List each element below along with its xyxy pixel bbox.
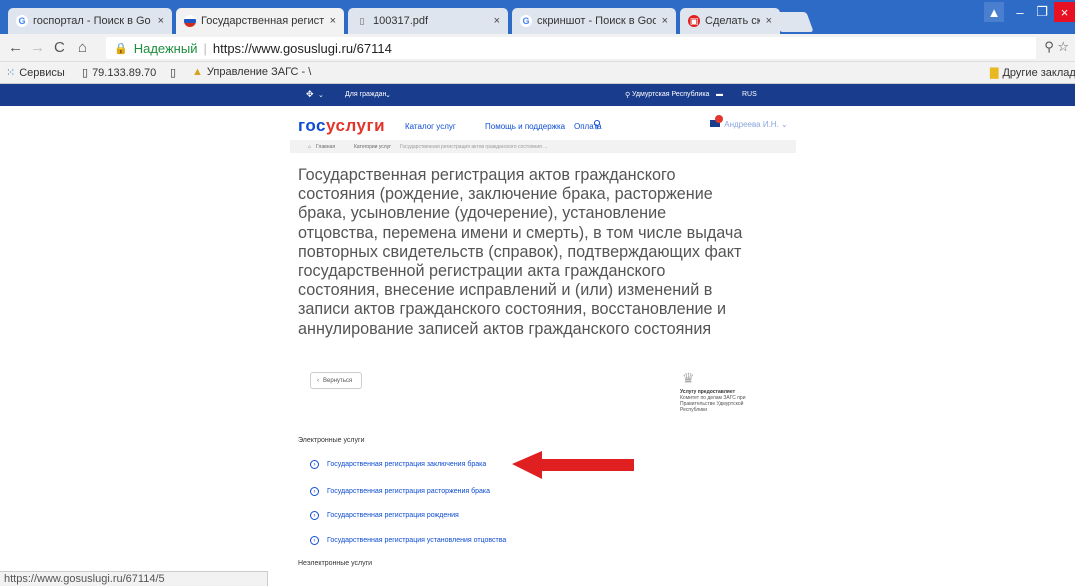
chevron-right-circle-icon: › bbox=[310, 487, 319, 496]
url-text: https://www.gosuslugi.ru/67114 bbox=[212, 40, 392, 56]
bookmark-zags[interactable]: ▲ Управление ЗАГС - \ bbox=[192, 66, 311, 78]
location-icon: ⚲ bbox=[625, 92, 631, 99]
notification-badge bbox=[715, 115, 723, 123]
google-icon: G bbox=[16, 15, 28, 27]
service-link-divorce[interactable]: › Государственная регистрация расторжени… bbox=[310, 487, 490, 496]
coat-of-arms-icon: ♛ bbox=[682, 370, 695, 386]
bookmark-ip[interactable]: ▯ 79.133.89.70 bbox=[82, 66, 156, 80]
for-citizens-menu[interactable]: Для граждан bbox=[345, 91, 386, 98]
search-icon[interactable]: ⚲ bbox=[593, 118, 601, 131]
close-window-icon[interactable]: × bbox=[1054, 2, 1075, 22]
apps-grid-icon: ⁙ bbox=[6, 67, 16, 79]
site-header: госуслуги Каталог услуг Помощь и поддерж… bbox=[0, 106, 1075, 140]
page-title: Государственная регистрация актов гражда… bbox=[298, 166, 743, 338]
document-icon: ▯ bbox=[359, 15, 365, 26]
reload-icon[interactable]: C bbox=[54, 39, 65, 56]
screenshot-app-icon: ▣ bbox=[688, 15, 700, 27]
tab-gosuslugi[interactable]: Государственная регист × bbox=[176, 8, 344, 34]
chevron-right-circle-icon: › bbox=[310, 460, 319, 469]
breadcrumb-home[interactable]: Главная bbox=[316, 144, 335, 150]
status-bar-url: https://www.gosuslugi.ru/67114/5 bbox=[0, 571, 268, 586]
home-icon[interactable]: ⌂ bbox=[78, 39, 87, 56]
folder-icon: ▇ bbox=[990, 67, 999, 79]
electronic-services-heading: Электронные услуги bbox=[298, 437, 365, 444]
minimize-icon[interactable]: – bbox=[1010, 2, 1030, 22]
chevron-down-icon: ⌄ bbox=[385, 92, 391, 99]
tab-screenshot-app[interactable]: ▣ Сделать скриншот — C × bbox=[680, 8, 780, 34]
region-selector[interactable]: Удмуртская Республика bbox=[632, 91, 709, 98]
secure-label: Надежный bbox=[133, 40, 198, 56]
service-link-birth[interactable]: › Государственная регистрация рождения bbox=[310, 511, 459, 520]
red-arrow-annotation bbox=[512, 451, 634, 479]
new-tab-button[interactable] bbox=[772, 12, 814, 32]
user-profile-icon[interactable]: ▲ bbox=[984, 2, 1004, 22]
google-icon: G bbox=[520, 15, 532, 27]
browser-tab-bar: G госпортал - Поиск в Go × Государственн… bbox=[0, 0, 1075, 34]
bookmark-page[interactable]: ▯ bbox=[170, 66, 180, 79]
crest-icon: ▲ bbox=[192, 66, 203, 78]
chevron-down-icon: ⌄ bbox=[318, 92, 324, 99]
chevron-right-circle-icon: › bbox=[310, 536, 319, 545]
bookmark-apps[interactable]: ⁙ Сервисы bbox=[6, 66, 65, 80]
service-link-marriage[interactable]: › Государственная регистрация заключения… bbox=[310, 460, 486, 469]
close-tab-icon[interactable]: × bbox=[494, 15, 500, 27]
nav-catalog[interactable]: Каталог услуг bbox=[405, 122, 456, 131]
page-icon: ▯ bbox=[170, 67, 177, 79]
other-bookmarks[interactable]: ▇ Другие закладк bbox=[990, 66, 1075, 80]
restore-icon[interactable]: ❐ bbox=[1032, 2, 1052, 22]
close-tab-icon[interactable]: × bbox=[766, 15, 772, 27]
tab-google-search[interactable]: G госпортал - Поиск в Go × bbox=[8, 8, 172, 34]
chevron-left-icon: ‹ bbox=[317, 377, 319, 384]
tab-pdf[interactable]: ▯ 100317.pdf × bbox=[348, 8, 508, 34]
mail-icon bbox=[710, 115, 723, 127]
page-icon: ▯ bbox=[82, 67, 89, 79]
lock-icon: 🔒 bbox=[114, 42, 128, 55]
close-tab-icon[interactable]: × bbox=[330, 15, 336, 27]
breadcrumb: ⌂ Главная Категории услуг Государственна… bbox=[290, 140, 796, 153]
gosuslugi-logo[interactable]: госуслуги bbox=[298, 116, 385, 136]
tab-google-screenshot[interactable]: G скриншот - Поиск в Goo × bbox=[512, 8, 676, 34]
breadcrumb-current: Государственная регистрация актов гражда… bbox=[400, 144, 548, 150]
bookmarks-bar: ⁙ Сервисы ▯ 79.133.89.70 ▯ ▲ Управление … bbox=[0, 62, 1075, 84]
zoom-star-icons[interactable]: ⚲ ☆ bbox=[1044, 39, 1069, 55]
forward-icon[interactable]: → bbox=[30, 39, 45, 56]
nonelectronic-services-heading: Неэлектронные услуги bbox=[298, 560, 373, 567]
breadcrumb-categories[interactable]: Категории услуг bbox=[354, 144, 391, 150]
address-toolbar: ← → C ⌂ 🔒 Надежный | https://www.gosuslu… bbox=[0, 34, 1075, 62]
service-provider: ♛ Услугу предоставляет Комитет по делам … bbox=[680, 370, 770, 413]
user-menu[interactable]: Андреева И.Н. ⌄ bbox=[710, 115, 788, 129]
home-crumb-icon: ⌂ bbox=[308, 144, 312, 150]
emblem-icon[interactable]: ✥ bbox=[306, 89, 314, 100]
provider-name: Комитет по делам ЗАГС при Правительстве … bbox=[680, 395, 746, 413]
close-tab-icon[interactable]: × bbox=[158, 15, 164, 27]
back-button[interactable]: ‹ Вернуться bbox=[310, 372, 362, 389]
separator: | bbox=[203, 40, 207, 56]
site-top-bar: ✥ ⌄ Для граждан ⌄ ⚲ Удмуртская Республик… bbox=[0, 84, 1075, 106]
service-link-paternity[interactable]: › Государственная регистрация установлен… bbox=[310, 536, 506, 545]
language-flag-icon: ▬ bbox=[716, 91, 723, 98]
url-input[interactable]: 🔒 Надежный | https://www.gosuslugi.ru/67… bbox=[106, 37, 1036, 59]
nav-help[interactable]: Помощь и поддержка bbox=[485, 122, 565, 131]
back-icon[interactable]: ← bbox=[8, 39, 23, 56]
close-tab-icon[interactable]: × bbox=[662, 15, 668, 27]
chevron-right-circle-icon: › bbox=[310, 511, 319, 520]
language-selector[interactable]: RUS bbox=[742, 91, 757, 98]
flag-icon bbox=[184, 15, 196, 27]
